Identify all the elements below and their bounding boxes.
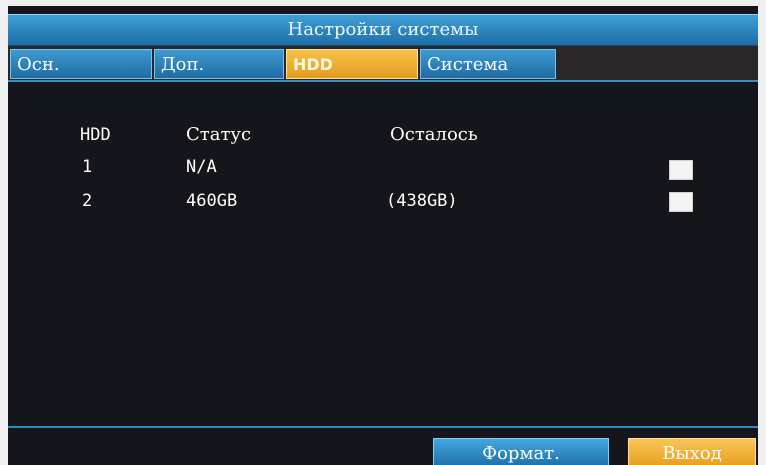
window-title: Настройки системы — [8, 14, 758, 46]
row-1-status: N/A — [186, 157, 217, 177]
column-header-hdd: HDD — [80, 125, 111, 145]
row-1-hdd: 1 — [82, 157, 93, 177]
column-header-remaining: Осталось — [390, 124, 478, 145]
row-1-checkbox[interactable] — [669, 160, 693, 180]
hdd-panel: HDD Статус Осталось 1 N/A 2 460GB (438GB… — [8, 82, 758, 422]
tab-main[interactable]: Осн. — [10, 49, 152, 79]
tab-advanced[interactable]: Доп. — [154, 49, 284, 79]
exit-button[interactable]: Выход — [628, 438, 756, 465]
tab-system[interactable]: Система — [420, 49, 556, 79]
row-2-hdd: 2 — [82, 191, 93, 211]
row-2-remaining: (438GB) — [386, 191, 458, 211]
column-header-status: Статус — [186, 124, 252, 145]
format-button[interactable]: Формат. — [433, 438, 609, 465]
tab-hdd[interactable]: HDD — [286, 49, 418, 79]
tab-bar: Осн. Доп. HDD Система — [8, 46, 758, 80]
row-2-status: 460GB — [186, 191, 238, 211]
footer-bar: Формат. Выход — [8, 428, 758, 465]
row-2-checkbox[interactable] — [669, 192, 693, 212]
dvr-screen: Настройки системы Осн. Доп. HDD Система … — [8, 6, 758, 465]
